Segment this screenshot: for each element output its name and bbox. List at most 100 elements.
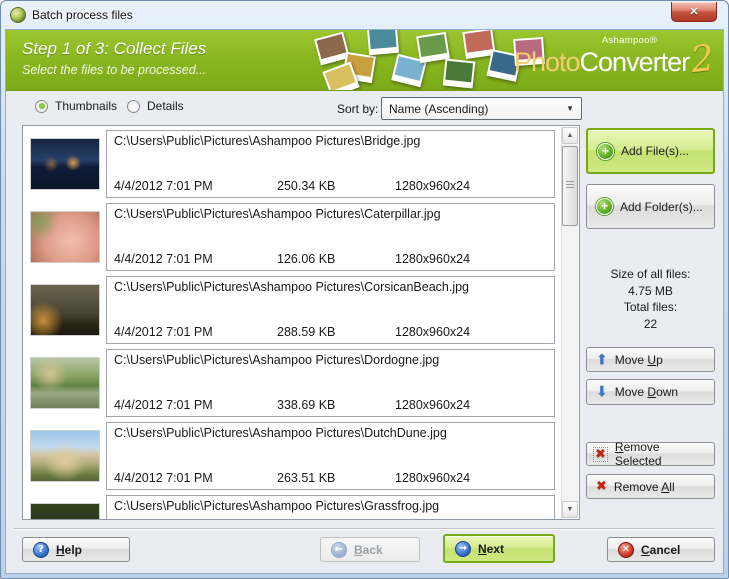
close-button[interactable]: ✕ (671, 2, 717, 22)
sort-by-value: Name (Ascending) (389, 102, 488, 116)
dialog-window: Batch process files ✕ Step 1 of 3: Colle… (0, 0, 729, 579)
move-down-button[interactable]: ⬇ Move Down (586, 379, 715, 405)
file-info-box: C:\Users\Public\Pictures\Ashampoo Pictur… (106, 422, 555, 490)
file-date: 4/4/2012 7:01 PM (114, 179, 277, 193)
total-files-label: Total files: (581, 299, 720, 316)
file-info-box: C:\Users\Public\Pictures\Ashampoo Pictur… (106, 130, 555, 198)
titlebar: Batch process files (1, 1, 728, 29)
wizard-step-title: Step 1 of 3: Collect Files (22, 39, 206, 59)
back-button: ← Back (320, 537, 420, 562)
file-dimensions: 1280x960x24 (395, 398, 550, 412)
file-size: 338.69 KB (277, 398, 395, 412)
list-scrollbar[interactable]: ▲ ▼ (561, 127, 578, 518)
size-of-all-files-label: Size of all files: (581, 266, 720, 283)
sort-by-label: Sort by: (337, 102, 378, 116)
photo-collage-polaroid (443, 59, 476, 89)
file-date: 4/4/2012 7:01 PM (114, 398, 277, 412)
add-files-label: Add File(s)... (621, 144, 689, 158)
back-arrow-icon: ← (331, 542, 347, 558)
dialog-client-area: Step 1 of 3: Collect Files Select the fi… (5, 29, 724, 574)
file-path: C:\Users\Public\Pictures\Ashampoo Pictur… (114, 207, 550, 221)
scroll-down-icon[interactable]: ▼ (562, 501, 578, 518)
add-folders-button[interactable]: + Add Folder(s)... (586, 184, 715, 229)
help-icon: ? (33, 542, 49, 558)
file-date: 4/4/2012 7:01 PM (114, 471, 277, 485)
brand-photo-label: Photo (514, 47, 580, 77)
file-thumbnail (30, 430, 100, 482)
list-item[interactable]: C:\Users\Public\Pictures\Ashampoo Pictur… (30, 349, 555, 417)
chevron-down-icon: ▼ (566, 104, 574, 113)
help-button[interactable]: ? Help (22, 537, 130, 562)
file-stats: Size of all files: 4.75 MB Total files: … (581, 266, 720, 332)
list-item[interactable]: C:\Users\Public\Pictures\Ashampoo Pictur… (30, 495, 555, 519)
file-dimensions: 1280x960x24 (395, 471, 550, 485)
next-label: Next (478, 542, 504, 556)
scrollbar-grip (566, 181, 574, 189)
cancel-x-icon: ✕ (618, 542, 634, 558)
add-folders-label: Add Folder(s)... (620, 200, 703, 214)
total-files-value: 22 (581, 316, 720, 333)
file-thumbnail (30, 357, 100, 409)
photoconverter-logo: Ashampoo® PhotoConverter2 (514, 35, 713, 76)
radio-unselected-icon (127, 100, 140, 113)
arrow-up-icon: ⬆ (596, 353, 608, 367)
next-arrow-icon: → (455, 541, 471, 557)
file-thumbnail (30, 503, 100, 519)
brand-2-numeral: 2 (690, 45, 715, 75)
footer-divider (14, 528, 715, 530)
app-icon (10, 7, 26, 23)
remove-x-icon: ✖ (593, 447, 608, 462)
file-list: C:\Users\Public\Pictures\Ashampoo Pictur… (22, 125, 580, 520)
file-size: 263.51 KB (277, 471, 395, 485)
file-date: 4/4/2012 7:01 PM (114, 252, 277, 266)
file-size: 288.59 KB (277, 325, 395, 339)
move-down-label: Move Down (615, 385, 678, 399)
move-up-button[interactable]: ⬆ Move Up (586, 347, 715, 372)
plus-icon: + (597, 143, 614, 160)
photo-collage-polaroid (367, 30, 399, 55)
brand-ashampoo-label: Ashampoo® (514, 35, 713, 46)
remove-selected-button[interactable]: ✖ Remove Selected (586, 442, 715, 466)
remove-all-button[interactable]: ✖ Remove All (586, 474, 715, 499)
wizard-step-subtitle: Select the files to be processed... (22, 63, 206, 77)
thumbnails-radio[interactable]: Thumbnails (35, 99, 117, 113)
list-item[interactable]: C:\Users\Public\Pictures\Ashampoo Pictur… (30, 130, 555, 198)
add-files-button[interactable]: + Add File(s)... (586, 128, 715, 174)
sort-by-dropdown[interactable]: Name (Ascending) ▼ (381, 97, 582, 120)
next-button[interactable]: → Next (443, 534, 555, 563)
remove-selected-label: Remove Selected (615, 440, 708, 468)
file-list-rows: C:\Users\Public\Pictures\Ashampoo Pictur… (23, 126, 561, 519)
file-thumbnail (30, 211, 100, 263)
file-dimensions: 1280x960x24 (395, 179, 550, 193)
file-size: 126.06 KB (277, 252, 395, 266)
file-info-box: C:\Users\Public\Pictures\Ashampoo Pictur… (106, 203, 555, 271)
file-path: C:\Users\Public\Pictures\Ashampoo Pictur… (114, 134, 550, 148)
arrow-down-icon: ⬇ (596, 385, 608, 399)
size-of-all-files-value: 4.75 MB (581, 283, 720, 300)
file-size: 250.34 KB (277, 179, 395, 193)
file-path: C:\Users\Public\Pictures\Ashampoo Pictur… (114, 353, 550, 367)
move-up-label: Move Up (615, 353, 663, 367)
list-item[interactable]: C:\Users\Public\Pictures\Ashampoo Pictur… (30, 203, 555, 271)
cancel-button[interactable]: ✕ Cancel (607, 537, 715, 562)
details-radio[interactable]: Details (127, 99, 184, 113)
file-path: C:\Users\Public\Pictures\Ashampoo Pictur… (114, 280, 550, 294)
scrollbar-thumb[interactable] (562, 146, 578, 226)
list-item[interactable]: C:\Users\Public\Pictures\Ashampoo Pictur… (30, 276, 555, 344)
list-item[interactable]: C:\Users\Public\Pictures\Ashampoo Pictur… (30, 422, 555, 490)
file-path: C:\Users\Public\Pictures\Ashampoo Pictur… (114, 499, 550, 513)
file-path: C:\Users\Public\Pictures\Ashampoo Pictur… (114, 426, 550, 440)
thumbnails-radio-label: Thumbnails (55, 99, 117, 113)
file-info-box: C:\Users\Public\Pictures\Ashampoo Pictur… (106, 349, 555, 417)
remove-all-label: Remove All (614, 480, 675, 494)
back-label: Back (354, 543, 383, 557)
file-info-box: C:\Users\Public\Pictures\Ashampoo Pictur… (106, 495, 555, 519)
scroll-up-icon[interactable]: ▲ (562, 127, 578, 144)
file-thumbnail (30, 138, 100, 190)
wizard-header: Step 1 of 3: Collect Files Select the fi… (6, 30, 723, 91)
file-thumbnail (30, 284, 100, 336)
details-radio-label: Details (147, 99, 184, 113)
window-title: Batch process files (32, 8, 133, 22)
radio-selected-icon (35, 100, 48, 113)
plus-icon: + (596, 198, 613, 215)
